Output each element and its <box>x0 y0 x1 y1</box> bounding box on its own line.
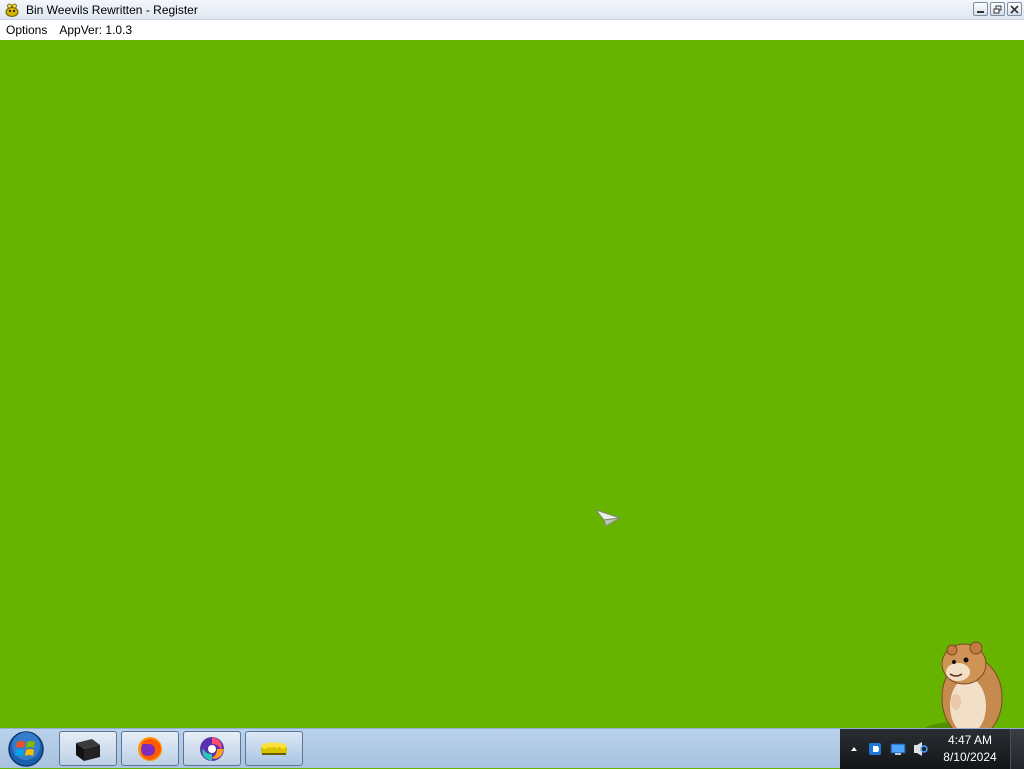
minimize-icon <box>977 10 984 13</box>
restore-icon <box>993 5 1002 13</box>
menu-appver[interactable]: AppVer: 1.0.3 <box>53 23 138 37</box>
taskbar-button-swirl-app[interactable] <box>183 731 241 766</box>
network-icon[interactable] <box>890 741 906 757</box>
colorful-swirl-app-icon <box>200 736 224 761</box>
menu-bar: Options AppVer: 1.0.3 <box>0 20 1024 40</box>
window-titlebar[interactable]: Bin Weevils Rewritten - Register <box>0 0 1024 20</box>
taskbar-button-black-app[interactable] <box>59 731 117 766</box>
bin-weevils-icon <box>261 741 287 755</box>
window-title: Bin Weevils Rewritten - Register <box>26 2 198 17</box>
show-hidden-icons-arrow-icon[interactable] <box>846 741 862 757</box>
taskbar-button-bin-weevils[interactable] <box>245 731 303 766</box>
system-tray: 4:47 AM 8/10/2024 <box>840 729 1024 769</box>
show-desktop-button[interactable] <box>1010 729 1024 769</box>
volume-icon[interactable] <box>912 741 928 757</box>
minimize-button[interactable] <box>973 2 988 16</box>
menu-options[interactable]: Options <box>0 23 53 37</box>
app-tray-icon[interactable] <box>868 741 884 757</box>
taskbar: 4:47 AM 8/10/2024 <box>0 728 1024 769</box>
clock[interactable]: 4:47 AM 8/10/2024 <box>938 732 1002 766</box>
black-app-icon <box>76 738 100 761</box>
windows-logo-icon <box>8 731 44 767</box>
paper-plane-cursor-icon <box>594 506 622 533</box>
clock-time: 4:47 AM <box>947 733 993 747</box>
taskbar-button-firefox[interactable] <box>121 731 179 766</box>
close-icon <box>1010 4 1019 14</box>
clock-date: 8/10/2024 <box>943 750 997 764</box>
firefox-icon <box>138 736 162 761</box>
weevil-icon <box>4 3 20 17</box>
close-button[interactable] <box>1007 2 1022 16</box>
restore-button[interactable] <box>990 2 1005 16</box>
start-button[interactable] <box>4 731 48 767</box>
game-canvas[interactable] <box>0 40 1024 742</box>
hamster-mascot-icon[interactable] <box>920 606 1008 748</box>
window-controls <box>973 2 1022 16</box>
